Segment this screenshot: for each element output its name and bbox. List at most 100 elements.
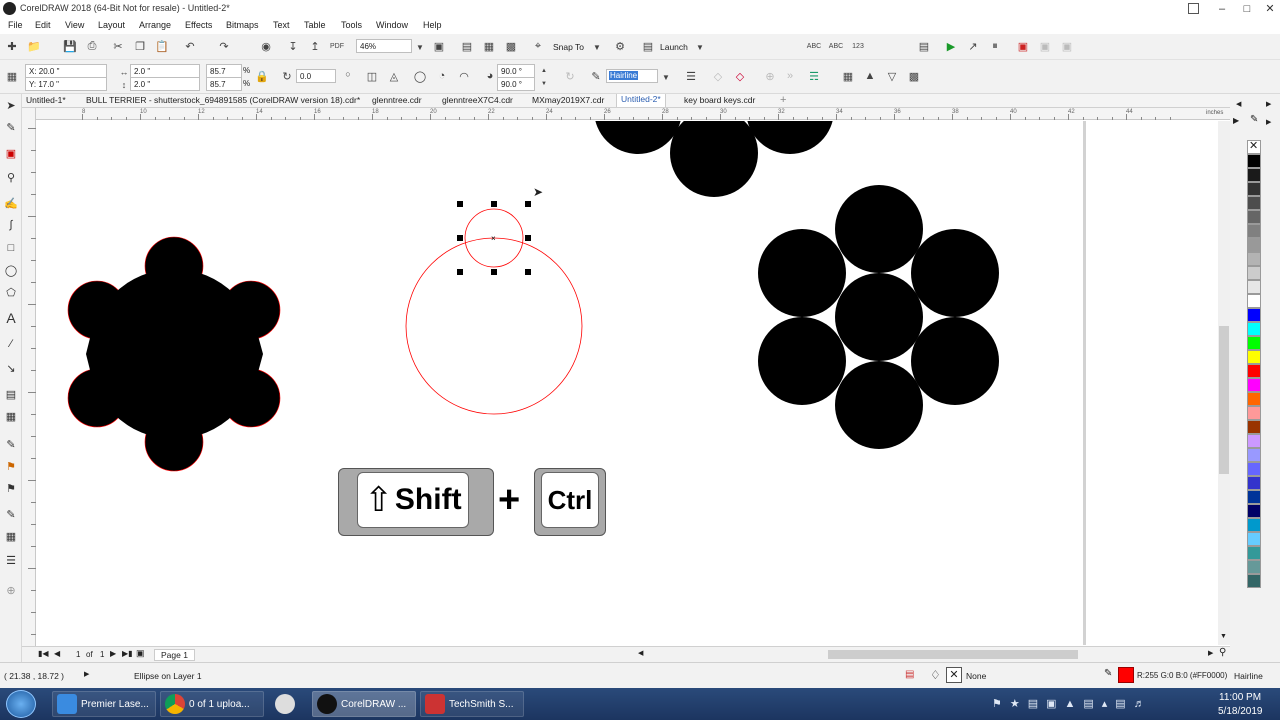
partial-flower-shape[interactable] — [594, 121, 834, 197]
mirror-vertical-icon[interactable]: ◬ — [386, 68, 402, 84]
options-gear-icon[interactable]: ⚙ — [612, 38, 628, 54]
scroll-down-icon[interactable]: ▼ — [1220, 633, 1227, 640]
lock-ratio-icon[interactable]: 🔒 — [254, 68, 270, 84]
text-tool-icon[interactable]: A — [3, 310, 19, 326]
tab-bull-terrier[interactable]: BULL TERRIER - shutterstock_694891585 (C… — [86, 95, 360, 105]
taskbar-item-premier[interactable]: Premier Lase... — [52, 691, 156, 717]
taskbar-item-coreldraw[interactable]: CorelDRAW ... — [312, 691, 416, 717]
tab-glenntree-x7c4[interactable]: glenntreeX7C4.cdr — [442, 95, 513, 105]
scroll-right-icon[interactable]: ▶ — [1208, 649, 1213, 657]
color-swatch[interactable] — [1247, 210, 1261, 224]
menu-file[interactable]: File — [8, 20, 23, 30]
eyedropper-icon[interactable]: ✎ — [1250, 114, 1258, 125]
rectangle-tool-icon[interactable]: □ — [3, 240, 19, 256]
selection-handle-bl[interactable] — [457, 269, 463, 275]
color-swatch[interactable] — [1247, 280, 1261, 294]
color-swatch[interactable] — [1247, 448, 1261, 462]
horizontal-scroll-thumb[interactable] — [828, 650, 1078, 659]
menu-text[interactable]: Text — [273, 20, 290, 30]
window-layout-icon[interactable]: ▤ — [916, 38, 932, 54]
close-icon[interactable]: ✕ — [1259, 1, 1280, 17]
outline-width-field[interactable]: Hairline — [606, 69, 658, 83]
launch-icon[interactable]: ▤ — [640, 38, 656, 54]
page-tab[interactable]: Page 1 — [154, 649, 195, 661]
ctrl-key-graphic[interactable]: Ctrl — [534, 468, 606, 536]
menu-bitmaps[interactable]: Bitmaps — [226, 20, 259, 30]
smart-fill-tool-icon[interactable]: ⚑ — [3, 480, 19, 496]
next-page-icon[interactable]: ▶ — [110, 649, 116, 658]
y-position-field[interactable]: Y: 17.0 " — [25, 77, 107, 91]
clock-date[interactable]: 5/18/2019 — [1218, 706, 1263, 717]
show-rulers-icon[interactable]: ▤ — [459, 38, 475, 54]
selection-handle-bc[interactable] — [491, 269, 497, 275]
connector-tool-icon[interactable]: ↘ — [3, 360, 19, 376]
palette-scroll-up-icon[interactable]: ◀ — [1236, 100, 1241, 108]
height-field[interactable]: 2.0 " — [130, 77, 200, 91]
snap-dropdown-icon[interactable]: ▼ — [589, 39, 605, 55]
color-swatch[interactable] — [1247, 574, 1261, 588]
undo-icon[interactable]: ↶ — [182, 38, 198, 54]
color-swatch[interactable] — [1247, 252, 1261, 266]
outline-pen-tool-icon[interactable]: ✎ — [3, 506, 19, 522]
first-page-icon[interactable]: ▮◀ — [38, 649, 49, 658]
zoom-level-field[interactable]: 46% — [356, 39, 412, 53]
color-swatch[interactable] — [1247, 350, 1261, 364]
mirror-horizontal-icon[interactable]: ◫ — [364, 68, 380, 84]
drop-shadow-tool-icon[interactable]: ▤ — [3, 386, 19, 402]
maximize-icon[interactable]: □ — [1236, 1, 1258, 17]
menu-help[interactable]: Help — [423, 20, 442, 30]
align-icon[interactable]: ▩ — [906, 68, 922, 84]
color-swatch[interactable] — [1247, 196, 1261, 210]
color-swatch[interactable] — [1247, 532, 1261, 546]
cut-icon[interactable]: ✂ — [110, 38, 126, 54]
stop-record-icon[interactable]: ▣ — [1015, 38, 1031, 54]
interactive-fill-tool-icon[interactable]: ⚑ — [3, 458, 19, 474]
artistic-media-tool-icon[interactable]: ∫ — [3, 217, 19, 233]
color-swatch[interactable] — [1247, 224, 1261, 238]
welded-flower-shape[interactable] — [67, 236, 281, 472]
freehand-tool-icon[interactable]: ✍ — [3, 195, 19, 211]
transparency-tool-icon[interactable]: ▦ — [3, 408, 19, 424]
record-macro-icon[interactable]: ⏸ — [987, 38, 1003, 54]
play-macro-icon[interactable]: ▶ — [943, 38, 959, 54]
tab-untitled-2[interactable]: Untitled-2* — [616, 94, 666, 107]
open-icon[interactable]: 📁 — [26, 38, 42, 54]
tab-mxmay2019x7[interactable]: MXmay2019X7.cdr — [532, 95, 604, 105]
save-icon[interactable]: 💾 — [62, 38, 78, 54]
snap-icon[interactable]: ⌖ — [530, 38, 546, 54]
palette-menu-icon[interactable]: ▶ — [1266, 100, 1271, 108]
vertical-scroll-thumb[interactable] — [1219, 326, 1229, 474]
shape-tool-icon[interactable]: ✎ — [3, 119, 19, 135]
add-tool-icon[interactable]: ⊕ — [3, 582, 19, 598]
zoom-dropdown-icon[interactable]: ▼ — [412, 39, 428, 55]
taskbar-item-upload[interactable]: 0 of 1 uploa... — [160, 691, 264, 717]
selection-handle-br[interactable] — [525, 269, 531, 275]
show-guidelines-icon[interactable]: ▩ — [503, 38, 519, 54]
taskbar-item-techsmith[interactable]: TechSmith S... — [420, 691, 524, 717]
width-field[interactable]: 2.0 " — [130, 64, 200, 78]
horizontal-ruler[interactable]: 8 10 12 14 16 18 20 22 24 26 28 30 32 34 36 38 40 42 44 — [22, 108, 1230, 120]
color-swatch[interactable] — [1247, 336, 1261, 350]
launch-dropdown-icon[interactable]: ▼ — [692, 39, 708, 55]
angle-spinner-down-icon[interactable]: ▼ — [536, 76, 552, 92]
palette-eyedropper-icon[interactable]: ▶ — [1233, 116, 1239, 125]
publish-pdf-icon[interactable]: PDF — [329, 38, 345, 54]
color-swatch[interactable] — [1247, 378, 1261, 392]
parallel-dimension-tool-icon[interactable]: ∕ — [3, 336, 19, 352]
export-macro-icon[interactable]: ↗ — [965, 38, 981, 54]
tab-glenntree[interactable]: glenntree.cdr — [372, 95, 422, 105]
color-proof-icon[interactable]: ▤ — [905, 669, 914, 680]
perspective-icon[interactable]: ▲ — [862, 68, 878, 84]
taskbar-item-app[interactable] — [270, 691, 300, 717]
export-icon[interactable]: ↥ — [307, 38, 323, 54]
convert-icon[interactable]: ◇ — [732, 68, 748, 84]
color-swatch[interactable] — [1247, 518, 1261, 532]
selection-handle-tl[interactable] — [457, 201, 463, 207]
launch-menu[interactable]: Launch — [660, 42, 688, 52]
menu-tools[interactable]: Tools — [341, 20, 362, 30]
arc-mode-icon[interactable]: ◠ — [456, 68, 472, 84]
vertical-scrollbar[interactable]: ▼ — [1218, 121, 1230, 645]
ellipse-mode-icon[interactable]: ◯ — [412, 68, 428, 84]
color-swatch[interactable] — [1247, 364, 1261, 378]
color-swatch[interactable] — [1247, 238, 1261, 252]
